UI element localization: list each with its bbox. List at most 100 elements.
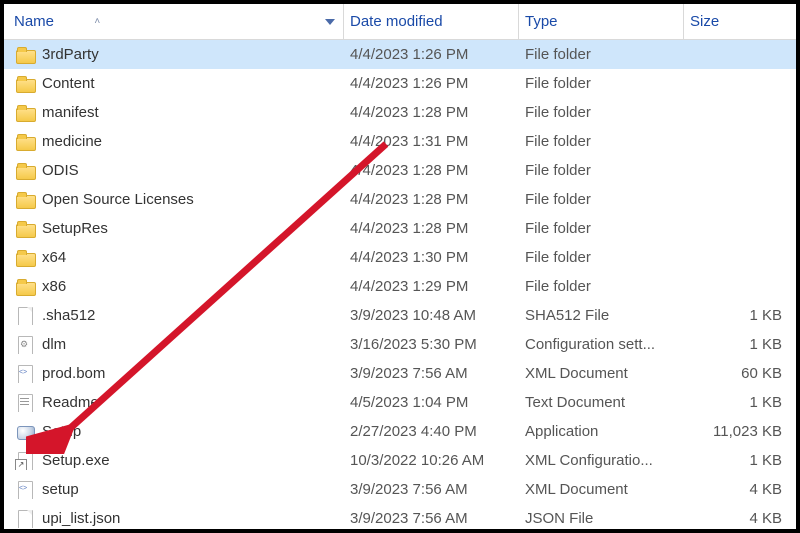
folder-icon (16, 191, 34, 209)
file-type: File folder (519, 133, 684, 150)
folder-icon (16, 278, 34, 296)
file-name: ODIS (42, 162, 79, 179)
column-header-size[interactable]: Size (684, 13, 796, 30)
file-size: 1 KB (684, 452, 796, 469)
file-row[interactable]: x86 4/4/2023 1:29 PMFile folder (4, 272, 796, 301)
file-row[interactable]: Content 4/4/2023 1:26 PMFile folder (4, 69, 796, 98)
file-row[interactable]: SetupRes 4/4/2023 1:28 PMFile folder (4, 214, 796, 243)
file-date: 2/27/2023 4:40 PM (344, 423, 519, 440)
file-size: 1 KB (684, 394, 796, 411)
folder-icon (16, 133, 34, 151)
file-date: 4/4/2023 1:30 PM (344, 249, 519, 266)
file-date: 4/4/2023 1:26 PM (344, 75, 519, 92)
file-name: Open Source Licenses (42, 191, 194, 208)
execonf-icon (16, 452, 34, 470)
file-name: setup (42, 481, 79, 498)
file-name: Setup.exe (42, 452, 110, 469)
file-size: 11,023 KB (684, 423, 796, 440)
file-row[interactable]: manifest 4/4/2023 1:28 PMFile folder (4, 98, 796, 127)
column-header-name-label: Name (14, 13, 54, 30)
file-date: 3/9/2023 7:56 AM (344, 510, 519, 527)
file-name: x64 (42, 249, 66, 266)
file-size: 4 KB (684, 510, 796, 527)
file-name: .sha512 (42, 307, 95, 324)
folder-icon (16, 220, 34, 238)
file-name: SetupRes (42, 220, 108, 237)
file-name: medicine (42, 133, 102, 150)
column-header-type-label: Type (525, 13, 558, 30)
file-date: 3/9/2023 10:48 AM (344, 307, 519, 324)
file-row[interactable]: dlm3/16/2023 5:30 PMConfiguration sett..… (4, 330, 796, 359)
column-header-size-label: Size (690, 13, 719, 30)
file-type: Configuration sett... (519, 336, 684, 353)
file-icon (16, 307, 34, 325)
file-type: File folder (519, 278, 684, 295)
file-row[interactable]: medicine4/4/2023 1:31 PMFile folder (4, 127, 796, 156)
folder-icon (16, 162, 34, 180)
ini-icon (16, 336, 34, 354)
folder-icon (16, 249, 34, 267)
file-name: manifest (42, 104, 99, 121)
file-row[interactable]: prod.bom3/9/2023 7:56 AMXML Document60 K… (4, 359, 796, 388)
file-row[interactable]: Setup 2/27/2023 4:40 PMApplication11,023 … (4, 417, 796, 446)
file-type: XML Configuratio... (519, 452, 684, 469)
file-row[interactable]: x64 4/4/2023 1:30 PMFile folder (4, 243, 796, 272)
sort-ascending-icon: ˄ (94, 16, 100, 27)
file-size: 1 KB (684, 307, 796, 324)
file-list[interactable]: 3rdParty4/4/2023 1:26 PMFile folderConte… (4, 40, 796, 529)
file-size: 60 KB (684, 365, 796, 382)
file-type: File folder (519, 75, 684, 92)
column-header-type[interactable]: Type (519, 4, 684, 39)
file-date: 3/9/2023 7:56 AM (344, 481, 519, 498)
file-date: 4/4/2023 1:28 PM (344, 104, 519, 121)
file-date: 4/5/2023 1:04 PM (344, 394, 519, 411)
file-date: 3/16/2023 5:30 PM (344, 336, 519, 353)
file-type: File folder (519, 46, 684, 63)
file-type: JSON File (519, 510, 684, 527)
file-type: XML Document (519, 481, 684, 498)
chevron-down-icon[interactable] (325, 19, 335, 25)
file-size: 1 KB (684, 336, 796, 353)
file-row[interactable]: Setup.exe 10/3/2022 10:26 AMXML Configura… (4, 446, 796, 475)
file-type: Text Document (519, 394, 684, 411)
file-row[interactable]: Open Source Licenses4/4/2023 1:28 PMFile… (4, 185, 796, 214)
file-date: 4/4/2023 1:28 PM (344, 162, 519, 179)
file-type: File folder (519, 249, 684, 266)
file-type: File folder (519, 191, 684, 208)
file-type: XML Document (519, 365, 684, 382)
explorer-details-view: Name ˄ Date modified Type Size 3rdParty 4… (0, 0, 800, 533)
xml-icon (16, 365, 34, 383)
file-name: Setup (42, 423, 81, 440)
column-header-name[interactable]: Name ˄ (4, 4, 344, 39)
file-row[interactable]: Readme 4/5/2023 1:04 PMText Document1 KB (4, 388, 796, 417)
txt-icon (16, 394, 34, 412)
file-icon (16, 510, 34, 528)
file-type: File folder (519, 220, 684, 237)
folder-icon (16, 75, 34, 93)
file-name: prod.bom (42, 365, 105, 382)
file-date: 4/4/2023 1:29 PM (344, 278, 519, 295)
file-type: Application (519, 423, 684, 440)
file-name: x86 (42, 278, 66, 295)
file-row[interactable]: setup3/9/2023 7:56 AMXML Document4 KB (4, 475, 796, 504)
column-header-row: Name ˄ Date modified Type Size (4, 4, 796, 40)
file-row[interactable]: ODIS 4/4/2023 1:28 PMFile folder (4, 156, 796, 185)
column-header-date-label: Date modified (350, 13, 443, 30)
xml-icon (16, 481, 34, 499)
file-name: upi_list.json (42, 510, 120, 527)
file-row[interactable]: 3rdParty 4/4/2023 1:26 PMFile folder (4, 40, 796, 69)
file-date: 10/3/2022 10:26 AM (344, 452, 519, 469)
file-row[interactable]: .sha5123/9/2023 10:48 AMSHA512 File1 KB (4, 301, 796, 330)
file-row[interactable]: upi_list.json 3/9/2023 7:56 AMJSON File4 … (4, 504, 796, 529)
column-header-date[interactable]: Date modified (344, 4, 519, 39)
file-date: 4/4/2023 1:28 PM (344, 220, 519, 237)
file-type: File folder (519, 162, 684, 179)
file-type: File folder (519, 104, 684, 121)
file-name: Content (42, 75, 95, 92)
file-date: 4/4/2023 1:26 PM (344, 46, 519, 63)
folder-icon (16, 46, 34, 64)
exe-icon (16, 423, 34, 441)
folder-icon (16, 104, 34, 122)
file-name: 3rdParty (42, 46, 99, 63)
file-name: Readme (42, 394, 99, 411)
